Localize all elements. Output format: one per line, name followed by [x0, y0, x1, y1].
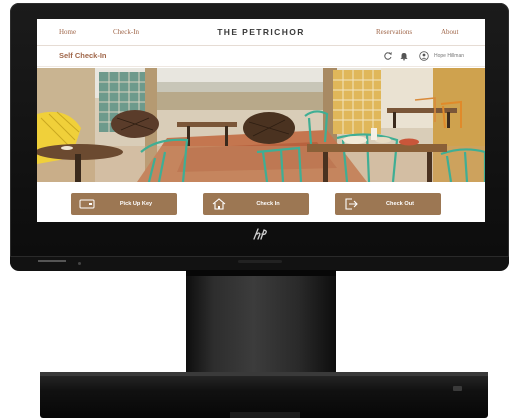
user-name: Hope Hillman	[434, 53, 465, 59]
key-card-icon	[79, 199, 95, 209]
stand-foot	[230, 412, 300, 418]
check-in-button[interactable]: Check In	[203, 193, 309, 215]
exit-icon	[345, 198, 358, 210]
power-indicator	[38, 260, 66, 262]
bell-icon[interactable]	[399, 51, 409, 61]
stand-base-edge	[40, 372, 488, 376]
page-title: Self Check-In	[59, 51, 107, 60]
brand-title: THE PETRICHOR	[217, 27, 305, 37]
top-navigation: Home Check-In THE PETRICHOR Reservations…	[37, 19, 485, 46]
hero-image	[37, 68, 485, 182]
pick-up-key-label: Pick Up Key	[119, 201, 153, 207]
pick-up-key-button[interactable]: Pick Up Key	[71, 193, 177, 215]
check-out-label: Check Out	[386, 201, 414, 207]
monitor-stand	[186, 270, 336, 378]
kiosk-screen: Home Check-In THE PETRICHOR Reservations…	[37, 19, 485, 222]
check-out-button[interactable]: Check Out	[335, 193, 441, 215]
nav-link-about[interactable]: About	[441, 28, 459, 36]
stand-neck-shadow	[186, 270, 336, 276]
chin-slot	[238, 260, 282, 263]
hp-logo-mark	[253, 228, 267, 240]
restaurant-patio-photo	[37, 68, 485, 182]
user-icon[interactable]	[419, 51, 429, 61]
refresh-icon[interactable]	[383, 51, 393, 61]
monitor-chin	[10, 256, 509, 271]
usb-port	[453, 386, 462, 391]
page-header: Self Check-In Hope Hillman	[37, 46, 485, 67]
nav-link-reservations[interactable]: Reservations	[376, 28, 412, 36]
hp-logo	[246, 226, 272, 242]
home-icon	[212, 198, 226, 210]
check-in-label: Check In	[256, 201, 280, 207]
sensor-dot	[78, 262, 81, 265]
